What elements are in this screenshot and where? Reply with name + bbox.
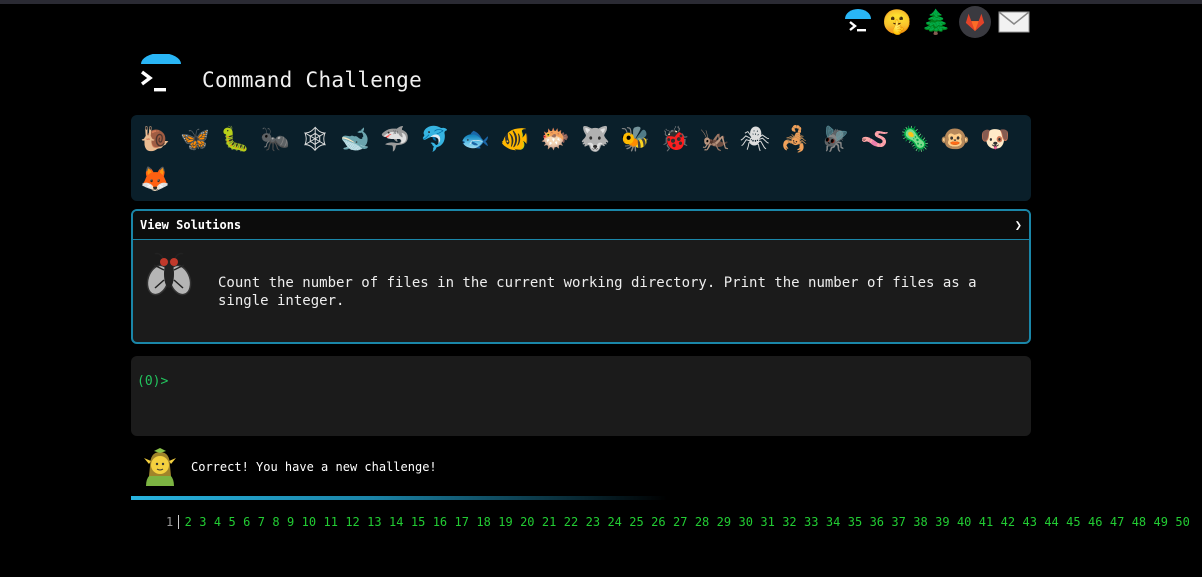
page-link-50[interactable]: 50 — [1175, 515, 1189, 529]
page-link-19[interactable]: 19 — [498, 515, 512, 529]
page-link-25[interactable]: 25 — [629, 515, 643, 529]
fish-icon[interactable]: 🐟 — [455, 119, 495, 159]
page-link-6[interactable]: 6 — [243, 515, 250, 529]
page-link-15[interactable]: 15 — [411, 515, 425, 529]
page-title: Command Challenge — [202, 68, 423, 92]
page-link-49[interactable]: 49 — [1154, 515, 1168, 529]
page-link-4[interactable]: 4 — [214, 515, 221, 529]
page-link-44[interactable]: 44 — [1044, 515, 1058, 529]
page-link-22[interactable]: 22 — [564, 515, 578, 529]
page-link-28[interactable]: 28 — [695, 515, 709, 529]
tropical-fish-icon[interactable]: 🐠 — [495, 119, 535, 159]
page-link-13[interactable]: 13 — [367, 515, 381, 529]
page-link-48[interactable]: 48 — [1132, 515, 1146, 529]
page-link-26[interactable]: 26 — [651, 515, 665, 529]
ant-icon[interactable]: 🐜 — [255, 119, 295, 159]
page-link-35[interactable]: 35 — [848, 515, 862, 529]
page-link-8[interactable]: 8 — [272, 515, 279, 529]
page-link-36[interactable]: 36 — [870, 515, 884, 529]
dolphin-icon[interactable]: 🐬 — [415, 119, 455, 159]
challenge-pagination: 1 2 3 4 5 6 7 8 9 10 11 12 13 14 15 16 17 18 19 20 21 22 23 24 2… — [166, 515, 1197, 529]
shushing-face-icon[interactable]: 🤫 — [881, 6, 913, 38]
wolf-icon[interactable]: 🐺 — [575, 119, 615, 159]
page-link-39[interactable]: 39 — [935, 515, 949, 529]
page-link-1[interactable]: 1 — [166, 515, 173, 529]
ladybug-icon[interactable]: 🐞 — [655, 119, 695, 159]
challenge-body: Count the number of files in the current… — [133, 240, 1029, 342]
dog-icon[interactable]: 🐶 — [975, 119, 1015, 159]
challenge-description: Count the number of files in the current… — [218, 275, 977, 309]
mail-icon[interactable] — [998, 6, 1030, 38]
microbe-icon[interactable]: 🦠 — [895, 119, 935, 159]
status-message: Correct! You have a new challenge! — [140, 446, 437, 488]
page-link-24[interactable]: 24 — [607, 515, 621, 529]
page-link-16[interactable]: 16 — [433, 515, 447, 529]
blowfish-icon[interactable]: 🐡 — [535, 119, 575, 159]
worm-icon[interactable]: 🪱 — [855, 119, 895, 159]
current-page-marker — [177, 515, 179, 529]
butterfly-icon[interactable]: 🦋 — [175, 119, 215, 159]
top-icon-bar: 🤫 🌲 — [842, 6, 1030, 38]
page-link-38[interactable]: 38 — [913, 515, 927, 529]
page-link-45[interactable]: 45 — [1066, 515, 1080, 529]
bee-icon[interactable]: 🐝 — [615, 119, 655, 159]
page-link-9[interactable]: 9 — [287, 515, 294, 529]
page-link-47[interactable]: 47 — [1110, 515, 1124, 529]
page-link-14[interactable]: 14 — [389, 515, 403, 529]
elf-avatar-icon — [144, 448, 176, 486]
terminal-prompt: (0)> — [137, 374, 169, 389]
challenge-animal-list: 🐌 🦋 🐛 🐜 🕸 🐋 🦈 🐬 🐟 🐠 🐡 🐺 🐝 🐞 🦗 🕷 🦂 🪰 🪱 🦠 🐵 🐶 🦊 — [131, 115, 1031, 201]
page-link-3[interactable]: 3 — [199, 515, 206, 529]
page-link-21[interactable]: 21 — [542, 515, 556, 529]
page-link-17[interactable]: 17 — [455, 515, 469, 529]
monkey-icon[interactable]: 🐵 — [935, 119, 975, 159]
page-link-12[interactable]: 12 — [345, 515, 359, 529]
page-link-10[interactable]: 10 — [302, 515, 316, 529]
page-link-34[interactable]: 34 — [826, 515, 840, 529]
page-link-23[interactable]: 23 — [586, 515, 600, 529]
fly-icon[interactable]: 🪰 — [815, 119, 855, 159]
page-link-29[interactable]: 29 — [717, 515, 731, 529]
page-link-32[interactable]: 32 — [782, 515, 796, 529]
spider-icon[interactable]: 🕷 — [735, 119, 775, 159]
page-link-5[interactable]: 5 — [229, 515, 236, 529]
page-link-40[interactable]: 40 — [957, 515, 971, 529]
tree-icon[interactable]: 🌲 — [920, 6, 952, 38]
progress-bar — [131, 496, 667, 500]
page-link-2[interactable]: 2 — [185, 515, 192, 529]
page-link-31[interactable]: 31 — [760, 515, 774, 529]
page-link-18[interactable]: 18 — [476, 515, 490, 529]
page-link-37[interactable]: 37 — [891, 515, 905, 529]
fox-icon[interactable]: 🦊 — [135, 159, 175, 199]
page-link-41[interactable]: 41 — [979, 515, 993, 529]
page-link-11[interactable]: 11 — [323, 515, 337, 529]
whale-icon[interactable]: 🐋 — [335, 119, 375, 159]
fly-icon — [146, 252, 192, 296]
page-link-43[interactable]: 43 — [1022, 515, 1036, 529]
top-strip — [0, 0, 1202, 4]
chevron-right-icon: ❯ — [1014, 218, 1022, 232]
terminal-input-area[interactable]: (0)> — [131, 356, 1031, 436]
web-icon[interactable]: 🕸 — [295, 119, 335, 159]
page-link-33[interactable]: 33 — [804, 515, 818, 529]
page-link-27[interactable]: 27 — [673, 515, 687, 529]
cricket-icon[interactable]: 🦗 — [695, 119, 735, 159]
page-link-20[interactable]: 20 — [520, 515, 534, 529]
view-solutions-label: View Solutions — [140, 218, 242, 232]
page-link-30[interactable]: 30 — [739, 515, 753, 529]
logo-icon[interactable] — [137, 53, 185, 98]
scorpion-icon[interactable]: 🦂 — [775, 119, 815, 159]
terminal-icon[interactable] — [842, 6, 874, 38]
view-solutions-toggle[interactable]: View Solutions ❯ — [133, 211, 1029, 240]
page-link-46[interactable]: 46 — [1088, 515, 1102, 529]
page-link-7[interactable]: 7 — [258, 515, 265, 529]
caterpillar-icon[interactable]: 🐛 — [215, 119, 255, 159]
snail-icon[interactable]: 🐌 — [135, 119, 175, 159]
shark-icon[interactable]: 🦈 — [375, 119, 415, 159]
gitlab-icon[interactable] — [959, 6, 991, 38]
challenge-panel: View Solutions ❯ Count the number of fil… — [131, 209, 1031, 344]
status-text: Correct! You have a new challenge! — [191, 460, 437, 474]
page-link-42[interactable]: 42 — [1001, 515, 1015, 529]
